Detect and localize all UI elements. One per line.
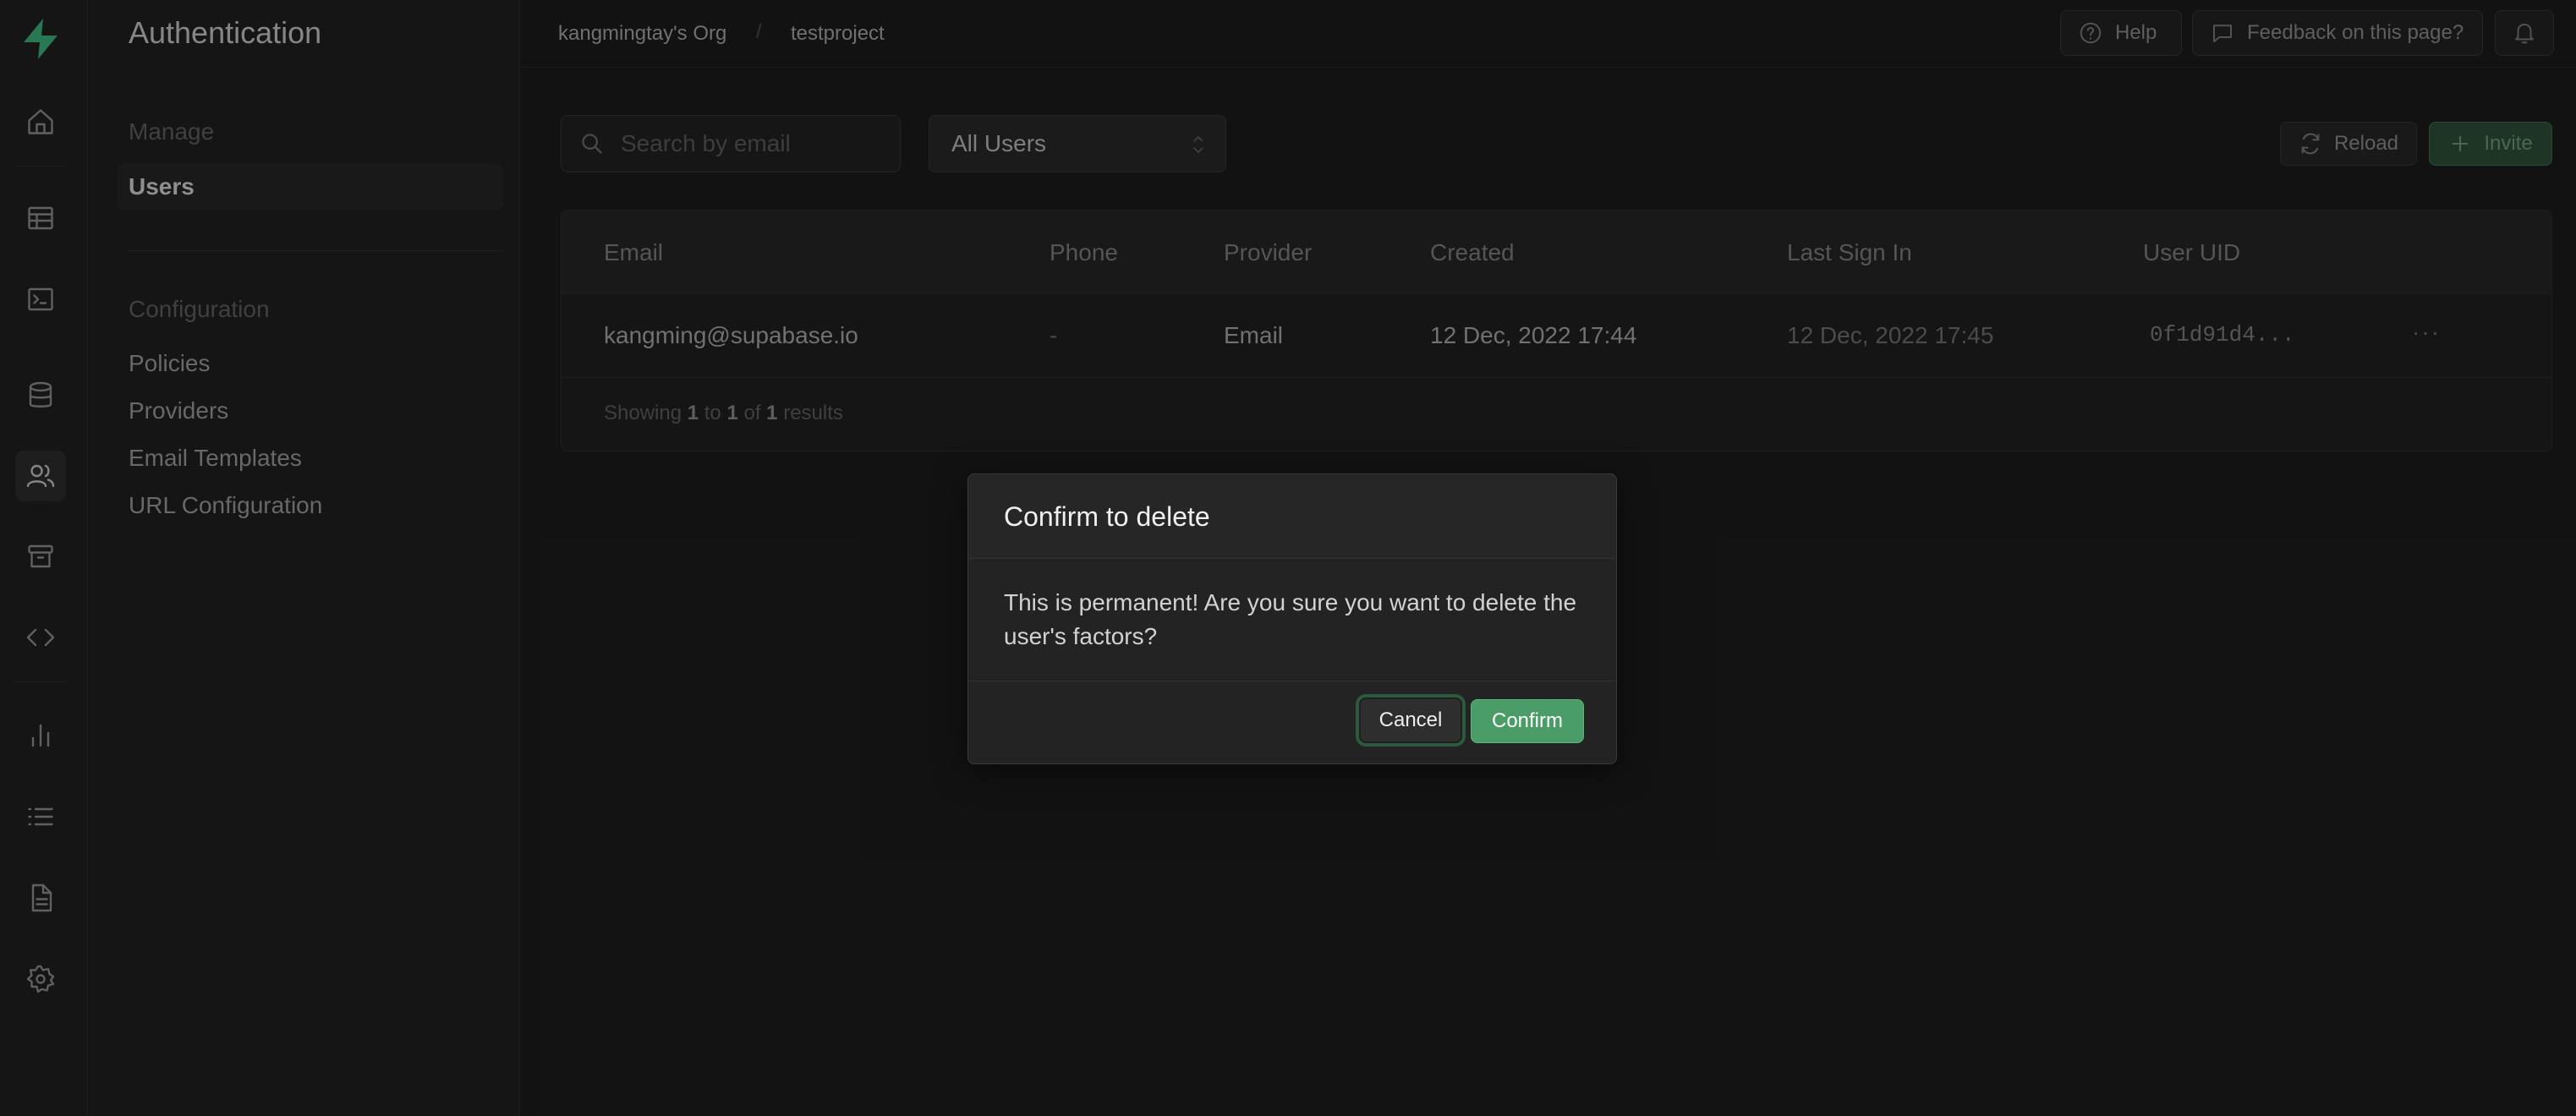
dialog-message: This is permanent! Are you sure you want… bbox=[1004, 589, 1577, 649]
confirm-delete-dialog: Confirm to delete This is permanent! Are… bbox=[967, 473, 1617, 764]
dialog-header: Confirm to delete bbox=[968, 474, 1616, 559]
dialog-title: Confirm to delete bbox=[1004, 501, 1210, 532]
confirm-button[interactable]: Confirm bbox=[1471, 699, 1584, 743]
cancel-button[interactable]: Cancel bbox=[1359, 698, 1462, 743]
